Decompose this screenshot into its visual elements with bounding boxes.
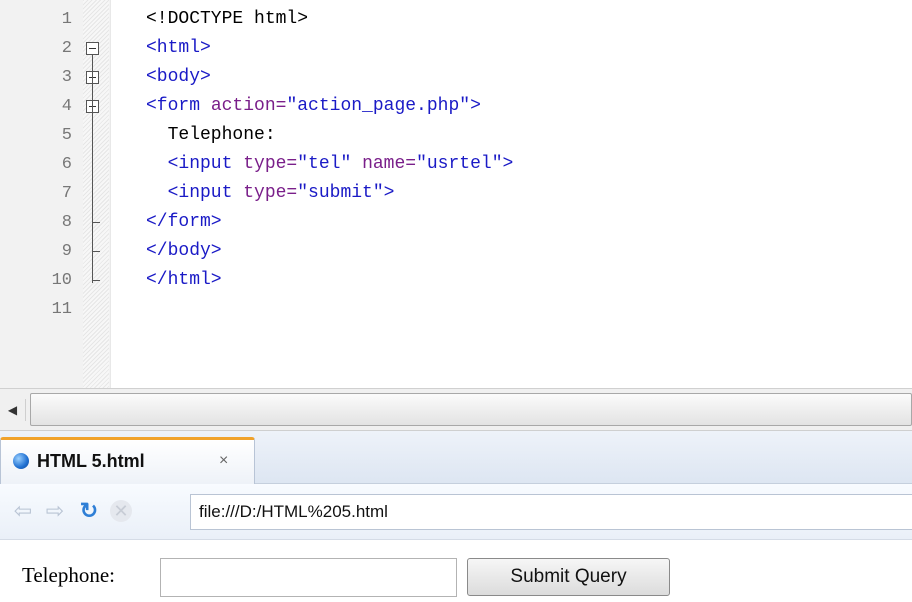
code-token: type= bbox=[243, 154, 298, 174]
code-token: > bbox=[470, 96, 481, 116]
code-token: "usrtel" bbox=[416, 154, 503, 174]
code-line: 1 <!DOCTYPE html> bbox=[0, 5, 912, 34]
code-token: </form> bbox=[146, 212, 222, 232]
line-number: 11 bbox=[51, 300, 72, 319]
code-text: </body> bbox=[146, 237, 222, 266]
code-line: 5 Telephone: bbox=[0, 121, 912, 150]
fold-end-tick bbox=[92, 222, 100, 223]
tab-close-icon[interactable]: × bbox=[219, 451, 228, 471]
reload-icon[interactable]: ↻ bbox=[76, 498, 102, 524]
rendered-page: Telephone: Submit Query bbox=[0, 540, 912, 602]
line-number: 8 bbox=[61, 213, 72, 232]
line-number: 5 bbox=[61, 126, 72, 145]
code-token: "action_page.php" bbox=[286, 96, 471, 116]
code-text: <!DOCTYPE html> bbox=[146, 5, 308, 34]
code-token: <input bbox=[146, 183, 244, 203]
line-number: 3 bbox=[61, 68, 72, 87]
fold-end-tick bbox=[92, 280, 100, 281]
browser-tab-bar: HTML 5.html × bbox=[0, 431, 912, 484]
address-bar[interactable]: file:///D:/HTML%205.html bbox=[190, 494, 912, 530]
code-editor[interactable]: 1 <!DOCTYPE html> 2 <html> 3 <body> 4 <form act… bbox=[0, 0, 912, 388]
line-number: 7 bbox=[61, 184, 72, 203]
code-text: </form> bbox=[146, 208, 222, 237]
fold-end-tick bbox=[92, 251, 100, 252]
code-token: > bbox=[383, 183, 395, 203]
scroll-left-icon[interactable]: ◀ bbox=[0, 399, 26, 421]
code-token: name= bbox=[362, 154, 417, 174]
code-line: 8 </form> bbox=[0, 208, 912, 237]
tab-html5[interactable]: HTML 5.html × bbox=[0, 437, 255, 484]
code-text: <input type="submit"> bbox=[146, 179, 395, 208]
code-line: 10 </html> bbox=[0, 266, 912, 295]
line-number: 9 bbox=[61, 242, 72, 261]
code-text: <form action="action_page.php"> bbox=[146, 92, 481, 121]
code-token: <html> bbox=[146, 38, 211, 58]
code-text: Telephone: bbox=[146, 121, 276, 150]
code-line: 6 <input type="tel" name="usrtel"> bbox=[0, 150, 912, 179]
scrollbar-thumb[interactable] bbox=[30, 393, 912, 426]
telephone-label: Telephone: bbox=[22, 563, 115, 587]
code-token: <!DOCTYPE html> bbox=[146, 9, 309, 29]
submit-query-button[interactable]: Submit Query bbox=[467, 558, 670, 596]
fold-collapse-icon[interactable] bbox=[86, 42, 99, 55]
code-token: "submit" bbox=[297, 183, 384, 203]
telephone-input[interactable] bbox=[160, 558, 457, 597]
code-text: <html> bbox=[146, 34, 211, 63]
code-line: 9 </body> bbox=[0, 237, 912, 266]
navigation-bar: ⇦ ⇨ ↻ ✕ file:///D:/HTML%205.html bbox=[0, 484, 912, 540]
code-text: <input type="tel" name="usrtel"> bbox=[146, 150, 514, 179]
line-number: 6 bbox=[61, 155, 72, 174]
code-token: <input bbox=[146, 154, 244, 174]
code-line: 11 bbox=[0, 295, 912, 324]
tab-title: HTML 5.html bbox=[37, 451, 145, 471]
line-number: 2 bbox=[61, 39, 72, 58]
code-line: 4 <form action="action_page.php"> bbox=[0, 92, 912, 121]
code-line: 2 <html> bbox=[0, 34, 912, 63]
line-number: 1 bbox=[61, 10, 72, 29]
code-token: > bbox=[502, 154, 514, 174]
back-arrow-icon[interactable]: ⇦ bbox=[10, 498, 36, 524]
stop-icon[interactable]: ✕ bbox=[110, 500, 132, 522]
horizontal-scrollbar[interactable]: ◀ bbox=[0, 388, 912, 431]
fold-guide-line bbox=[92, 55, 93, 283]
forward-arrow-icon[interactable]: ⇨ bbox=[42, 498, 68, 524]
code-token: <form bbox=[146, 96, 211, 116]
code-token: <body> bbox=[146, 67, 211, 87]
line-number: 4 bbox=[61, 97, 72, 116]
code-text: </html> bbox=[146, 266, 222, 295]
code-token: type= bbox=[243, 183, 298, 203]
code-token: action= bbox=[210, 96, 287, 116]
code-line: 3 <body> bbox=[0, 63, 912, 92]
code-token: </html> bbox=[146, 270, 222, 290]
globe-icon bbox=[13, 453, 29, 469]
line-number: 10 bbox=[51, 271, 72, 290]
code-token: </body> bbox=[146, 241, 222, 261]
code-token: "tel" bbox=[297, 154, 352, 174]
code-text: <body> bbox=[146, 63, 211, 92]
code-token: Telephone: bbox=[146, 125, 276, 145]
code-line: 7 <input type="submit"> bbox=[0, 179, 912, 208]
